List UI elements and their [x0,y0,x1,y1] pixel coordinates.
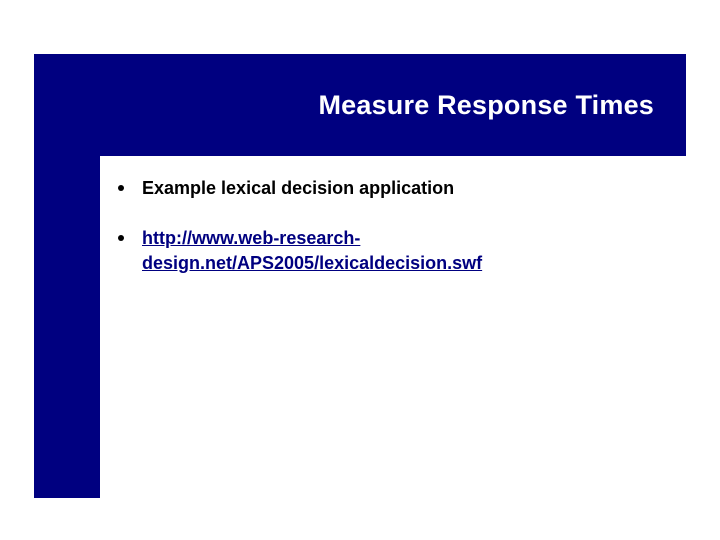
bullet-dot-icon [118,235,124,241]
bullet-link[interactable]: http://www.web-research- design.net/APS2… [142,226,482,275]
bullet-dot-icon [118,185,124,191]
link-line-2: design.net/APS2005/lexicaldecision.swf [142,253,482,273]
slide: Measure Response Times Example lexical d… [0,0,720,540]
slide-title: Measure Response Times [318,90,654,121]
title-bar: Measure Response Times [34,54,686,156]
link-line-1: http://www.web-research- [142,228,360,248]
bullet-item: http://www.web-research- design.net/APS2… [118,226,678,275]
bullet-item: Example lexical decision application [118,176,678,200]
left-accent-column [34,156,100,498]
content-area: Example lexical decision application htt… [118,176,678,301]
bullet-text: Example lexical decision application [142,176,454,200]
